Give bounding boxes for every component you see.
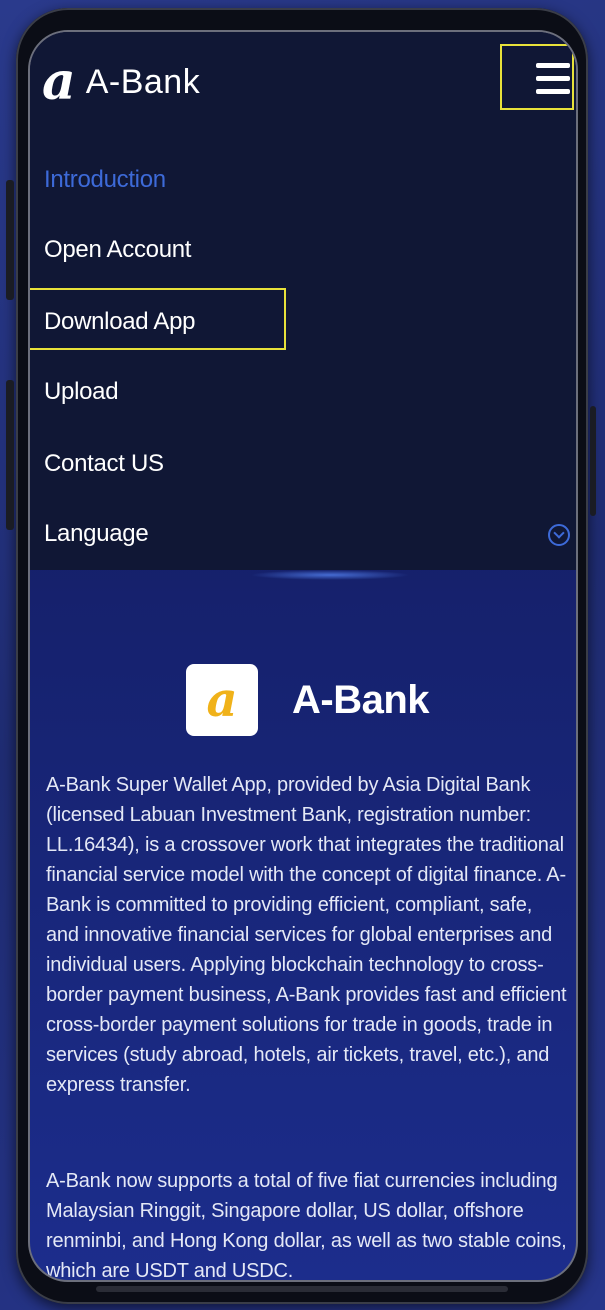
menu-item-contact-us[interactable]: Contact US bbox=[44, 442, 164, 486]
hamburger-menu-icon bbox=[536, 76, 570, 81]
brand-header: a A-Bank bbox=[186, 664, 430, 736]
highlight-box bbox=[30, 288, 286, 350]
hamburger-menu-button[interactable] bbox=[500, 44, 574, 110]
logo-text: A-Bank bbox=[85, 62, 201, 101]
menu-item-language[interactable]: Language bbox=[44, 512, 149, 556]
phone-side-button bbox=[6, 380, 14, 530]
currency-paragraph: A-Bank now supports a total of five fiat… bbox=[46, 1170, 567, 1282]
app-screen: a A-Bank Introduction Open Account Downl… bbox=[28, 30, 578, 1282]
menu-item-open-account[interactable]: Open Account bbox=[44, 228, 191, 272]
app-logo[interactable]: a A-Bank bbox=[42, 56, 200, 108]
menu-item-introduction[interactable]: Introduction bbox=[44, 158, 166, 202]
hamburger-menu-icon bbox=[536, 63, 570, 68]
phone-bottom-bezel bbox=[96, 1286, 508, 1292]
app-icon-letter: a bbox=[206, 672, 238, 728]
top-navigation-bar: a A-Bank bbox=[30, 32, 576, 142]
intro-paragraph: A-Bank Super Wallet App, provided by Asi… bbox=[46, 774, 567, 1096]
decorative-glow bbox=[250, 570, 410, 580]
hamburger-menu-icon bbox=[536, 89, 570, 94]
brand-name: A-Bank bbox=[292, 677, 430, 722]
navigation-menu: Introduction Open Account Download App U… bbox=[30, 142, 576, 570]
logo-mark-icon: a bbox=[42, 51, 76, 112]
app-icon: a bbox=[186, 664, 258, 736]
phone-power-button bbox=[590, 406, 596, 516]
phone-side-button bbox=[6, 180, 14, 300]
chevron-down-circle-icon[interactable] bbox=[548, 524, 570, 546]
menu-item-upload[interactable]: Upload bbox=[44, 370, 119, 414]
